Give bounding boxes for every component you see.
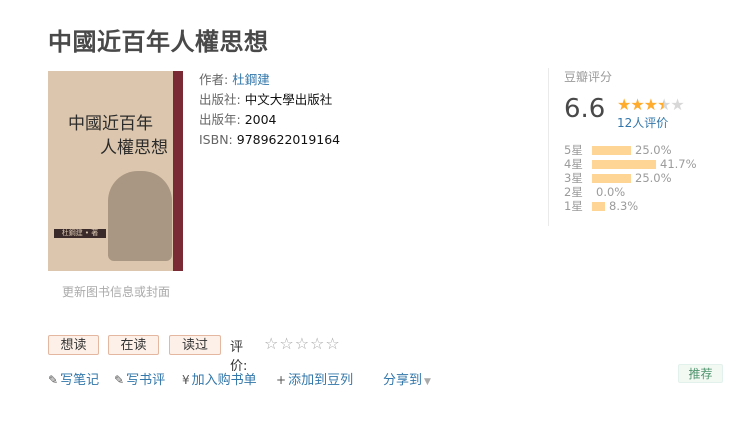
rate-stars-input[interactable]: ☆☆☆☆☆ bbox=[264, 334, 341, 353]
rating-percent: 8.3% bbox=[609, 199, 639, 213]
info-author-row: 作者: 杜鋼建 bbox=[199, 70, 340, 90]
rating-row: 3星 25.0% bbox=[564, 171, 714, 185]
rating-percent: 41.7% bbox=[660, 157, 697, 171]
rating-percent: 25.0% bbox=[635, 171, 672, 185]
yen-icon: ¥ bbox=[182, 373, 190, 387]
share-label: 分享到 bbox=[383, 373, 423, 388]
rating-bar bbox=[592, 202, 605, 211]
rating-row: 1星 8.3% bbox=[564, 199, 714, 213]
rating-row-label: 3星 bbox=[564, 171, 583, 185]
add-cart-link[interactable]: ¥ 加入购书单 bbox=[182, 369, 257, 388]
rating-votes-link[interactable]: 12人评价 bbox=[617, 114, 668, 131]
write-note-label: 写笔记 bbox=[60, 373, 100, 388]
isbn-label: ISBN: bbox=[199, 132, 233, 147]
cover-author-band: 杜鋼建 • 著 bbox=[54, 229, 106, 238]
rating-bar bbox=[592, 174, 631, 183]
rating-row-label: 5星 bbox=[564, 143, 583, 157]
rating-row-label: 4星 bbox=[564, 157, 583, 171]
author-label: 作者: bbox=[199, 72, 229, 87]
rating-percent: 0.0% bbox=[596, 185, 626, 199]
caret-down-icon: ▼ bbox=[424, 377, 431, 387]
rating-bar bbox=[592, 160, 656, 169]
have-read-button[interactable]: 读过 bbox=[169, 335, 221, 355]
rating-score: 6.6 bbox=[564, 94, 606, 124]
cover-title-line2: 人權思想 bbox=[100, 138, 168, 158]
star-empty-icon: ★ bbox=[670, 95, 684, 114]
star-filled-icon: ★ bbox=[617, 95, 631, 114]
info-publisher-row: 出版社: 中文大學出版社 bbox=[199, 90, 340, 110]
plus-icon: + bbox=[276, 373, 287, 387]
cover-title-line1: 中國近百年 bbox=[68, 114, 153, 134]
add-doulist-link[interactable]: + 添加到豆列 bbox=[276, 369, 353, 388]
publisher-value: 中文大學出版社 bbox=[244, 92, 333, 107]
cover-spine bbox=[173, 71, 183, 271]
book-info: 作者: 杜鋼建 出版社: 中文大學出版社 出版年: 2004 ISBN: 978… bbox=[199, 70, 340, 150]
isbn-value: 9789622019164 bbox=[236, 132, 341, 147]
author-link[interactable]: 杜鋼建 bbox=[232, 72, 270, 87]
write-review-link[interactable]: ✎ 写书评 bbox=[114, 369, 165, 388]
rating-row: 5星 25.0% bbox=[564, 143, 714, 157]
add-doulist-label: 添加到豆列 bbox=[288, 373, 354, 388]
publisher-label: 出版社: bbox=[199, 92, 241, 107]
rating-row: 4星 41.7% bbox=[564, 157, 714, 171]
add-cart-label: 加入购书单 bbox=[191, 373, 257, 388]
year-label: 出版年: bbox=[199, 112, 241, 127]
pencil-icon: ✎ bbox=[114, 373, 125, 387]
rating-percent: 25.0% bbox=[635, 143, 672, 157]
write-review-label: 写书评 bbox=[126, 373, 166, 388]
recommend-button[interactable]: 推荐 bbox=[678, 364, 723, 383]
year-value: 2004 bbox=[244, 112, 277, 127]
star-filled-icon: ★ bbox=[630, 95, 644, 114]
rating-row-label: 1星 bbox=[564, 199, 583, 213]
rating-distribution: 5星 25.0% 4星 41.7% 3星 25.0% 2星 0.0% 1星 8.3% bbox=[564, 143, 714, 213]
cover-portrait bbox=[108, 171, 172, 261]
rating-panel: 豆瓣评分 6.6 ★★★★★ 12人评价 5星 25.0% 4星 41.7% 3星 25.… bbox=[548, 68, 716, 226]
rating-title: 豆瓣评分 bbox=[564, 70, 613, 84]
pencil-icon: ✎ bbox=[48, 373, 59, 387]
book-cover[interactable]: 中國近百年 人權思想 杜鋼建 • 著 bbox=[48, 71, 183, 271]
rating-row-label: 2星 bbox=[564, 185, 583, 199]
write-note-link[interactable]: ✎ 写笔记 bbox=[48, 369, 99, 388]
rating-row: 2星 0.0% bbox=[564, 185, 714, 199]
page-title: 中國近百年人權思想 bbox=[48, 28, 269, 56]
star-half-icon: ★ bbox=[657, 95, 671, 114]
update-cover-link[interactable]: 更新图书信息或封面 bbox=[62, 283, 170, 300]
info-isbn-row: ISBN: 9789622019164 bbox=[199, 130, 340, 150]
reading-button[interactable]: 在读 bbox=[108, 335, 159, 355]
rating-stars-icon: ★★★★★ bbox=[617, 95, 685, 114]
want-to-read-button[interactable]: 想读 bbox=[48, 335, 99, 355]
rating-bar bbox=[592, 146, 631, 155]
star-filled-icon: ★ bbox=[643, 95, 658, 114]
share-dropdown[interactable]: 分享到 ▼ bbox=[383, 369, 431, 388]
info-year-row: 出版年: 2004 bbox=[199, 110, 340, 130]
